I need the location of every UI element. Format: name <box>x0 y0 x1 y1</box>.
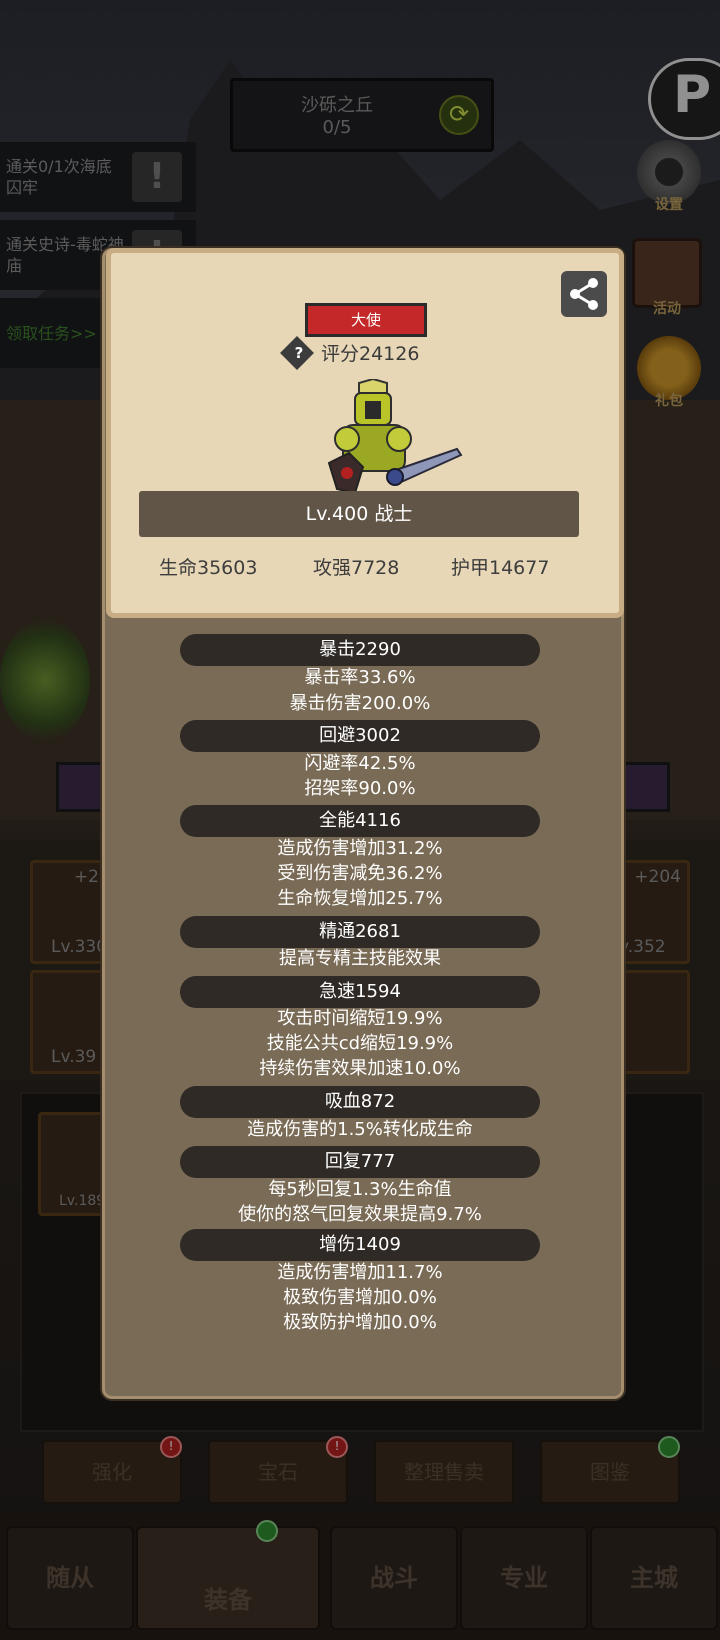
attribute-header: 回避3002 <box>180 720 540 752</box>
title-badge: 大使 <box>305 303 427 337</box>
attribute-detail: 暴击率33.6% <box>304 667 416 688</box>
attribute-detail: 造成伤害增加31.2% <box>277 838 443 859</box>
attribute-detail: 使你的怒气回复效果提高9.7% <box>238 1204 482 1225</box>
attribute-header: 增伤1409 <box>180 1229 540 1261</box>
attribute-header: 全能4116 <box>180 805 540 837</box>
share-icon[interactable] <box>561 271 607 317</box>
attribute-detail: 提高专精主技能效果 <box>279 948 441 969</box>
level-class-bar: Lv.400 战士 <box>139 491 579 537</box>
warrior-avatar <box>327 379 463 495</box>
attribute-detail: 每5秒回复1.3%生命值 <box>268 1179 452 1200</box>
attribute-detail: 造成伤害的1.5%转化成生命 <box>247 1119 473 1140</box>
attribute-header: 精通2681 <box>180 916 540 948</box>
score-text: 评分24126 <box>321 343 420 365</box>
stat-armor: 护甲14677 <box>451 557 550 579</box>
attribute-header: 吸血872 <box>180 1086 540 1118</box>
share-glyph <box>570 278 598 310</box>
character-card: 大使 ? 评分24126 Lv.400 战士 生命35603 攻强7728 护甲… <box>106 248 624 618</box>
base-stats: 生命35603 攻强7728 护甲14677 <box>111 553 619 583</box>
attribute-detail: 极致伤害增加0.0% <box>283 1287 437 1308</box>
stat-attack: 攻强7728 <box>313 557 400 579</box>
attribute-header: 暴击2290 <box>180 634 540 666</box>
attribute-detail: 攻击时间缩短19.9% <box>277 1008 443 1029</box>
attribute-detail: 招架率90.0% <box>304 778 416 799</box>
attribute-detail: 受到伤害减免36.2% <box>277 863 443 884</box>
attribute-detail: 技能公共cd缩短19.9% <box>266 1033 454 1054</box>
attribute-detail: 暴击伤害200.0% <box>289 693 431 714</box>
attribute-detail: 极致防护增加0.0% <box>283 1312 437 1333</box>
question-icon: ? <box>294 344 304 362</box>
attribute-detail: 闪避率42.5% <box>304 753 416 774</box>
attribute-header: 急速1594 <box>180 976 540 1008</box>
stat-hp: 生命35603 <box>159 557 258 579</box>
attribute-detail: 造成伤害增加11.7% <box>277 1262 443 1283</box>
attribute-detail: 生命恢复增加25.7% <box>277 888 443 909</box>
attribute-header: 回复777 <box>180 1146 540 1178</box>
attribute-detail: 持续伤害效果加速10.0% <box>259 1058 461 1079</box>
